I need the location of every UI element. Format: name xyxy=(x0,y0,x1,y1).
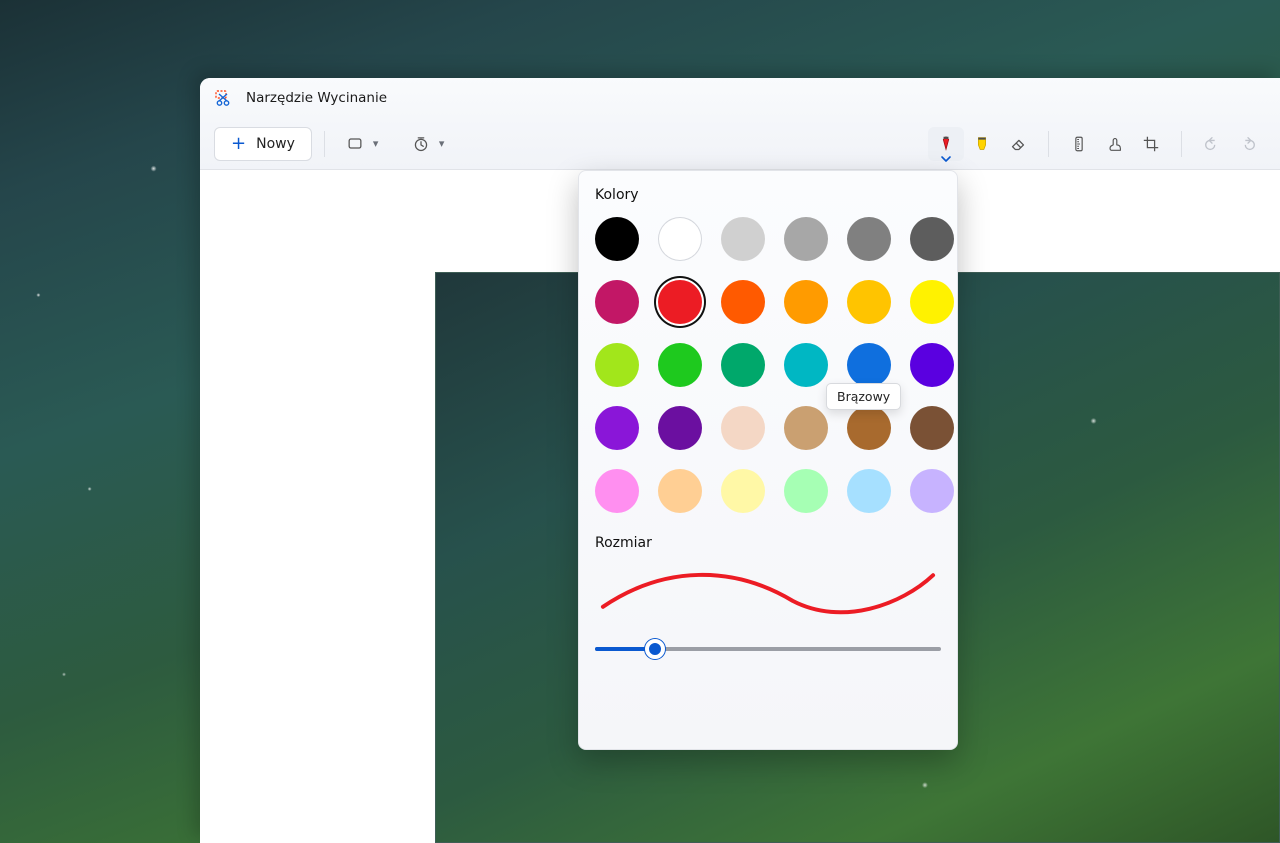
color-swatch-grid xyxy=(595,217,941,513)
snip-mode-button[interactable] xyxy=(337,127,373,161)
color-swatch-peach-light[interactable] xyxy=(658,469,702,513)
color-swatch-cyan[interactable] xyxy=(784,343,828,387)
color-swatch-gray[interactable] xyxy=(847,217,891,261)
colors-heading: Kolory xyxy=(595,187,941,203)
color-swatch-yellow-light[interactable] xyxy=(721,469,765,513)
redo-button xyxy=(1230,127,1266,161)
color-swatch-purple[interactable] xyxy=(658,406,702,450)
chevron-down-icon[interactable]: ▾ xyxy=(373,137,391,150)
color-swatch-tan[interactable] xyxy=(784,406,828,450)
separator xyxy=(324,131,325,157)
size-heading: Rozmiar xyxy=(595,535,941,551)
color-swatch-brown[interactable] xyxy=(847,406,891,450)
size-preview-stroke xyxy=(595,557,941,623)
app-icon xyxy=(214,89,232,107)
color-swatch-amber[interactable] xyxy=(847,280,891,324)
color-swatch-lime[interactable] xyxy=(595,343,639,387)
separator xyxy=(1181,131,1182,157)
eraser-tool[interactable] xyxy=(1000,127,1036,161)
pen-tool[interactable] xyxy=(928,127,964,161)
titlebar: Narzędzie Wycinanie xyxy=(200,78,1280,118)
size-slider[interactable] xyxy=(595,635,941,663)
new-button[interactable]: + Nowy xyxy=(214,127,312,161)
color-swatch-green-light[interactable] xyxy=(784,469,828,513)
app-title: Narzędzie Wycinanie xyxy=(246,90,387,106)
chevron-down-icon[interactable]: ▾ xyxy=(439,137,457,150)
color-swatch-teal[interactable] xyxy=(721,343,765,387)
color-swatch-darkbrown[interactable] xyxy=(910,406,954,450)
delay-button[interactable] xyxy=(403,127,439,161)
crop-tool[interactable] xyxy=(1133,127,1169,161)
color-swatch-pink-light[interactable] xyxy=(595,469,639,513)
color-swatch-lightgray[interactable] xyxy=(721,217,765,261)
ruler-tool[interactable] xyxy=(1061,127,1097,161)
undo-button xyxy=(1194,127,1230,161)
slider-thumb[interactable] xyxy=(645,639,665,659)
color-swatch-dimgray[interactable] xyxy=(910,217,954,261)
app-window: Narzędzie Wycinanie + Nowy ▾ ▾ xyxy=(200,78,1280,843)
color-swatch-green[interactable] xyxy=(658,343,702,387)
color-swatch-blue-light[interactable] xyxy=(847,469,891,513)
color-swatch-blue[interactable] xyxy=(847,343,891,387)
highlighter-tool[interactable] xyxy=(964,127,1000,161)
color-swatch-silver[interactable] xyxy=(784,217,828,261)
color-swatch-black[interactable] xyxy=(595,217,639,261)
canvas-area: Kolory Brązowy Rozmiar xyxy=(200,170,1280,843)
pen-options-popover: Kolory Brązowy Rozmiar xyxy=(578,170,958,750)
color-swatch-yellow[interactable] xyxy=(910,280,954,324)
toolbar: + Nowy ▾ ▾ xyxy=(200,118,1280,170)
color-swatch-magenta[interactable] xyxy=(595,280,639,324)
touch-writing-tool[interactable] xyxy=(1097,127,1133,161)
color-swatch-orange[interactable] xyxy=(784,280,828,324)
color-swatch-indigo[interactable] xyxy=(910,343,954,387)
plus-icon: + xyxy=(231,135,246,153)
color-swatch-violet[interactable] xyxy=(595,406,639,450)
color-swatch-purple-light[interactable] xyxy=(910,469,954,513)
new-button-label: Nowy xyxy=(256,136,295,152)
color-swatch-white[interactable] xyxy=(658,217,702,261)
color-tooltip: Brązowy xyxy=(826,383,901,410)
color-swatch-red[interactable] xyxy=(658,280,702,324)
separator xyxy=(1048,131,1049,157)
color-swatch-bisque[interactable] xyxy=(721,406,765,450)
color-swatch-orangered[interactable] xyxy=(721,280,765,324)
